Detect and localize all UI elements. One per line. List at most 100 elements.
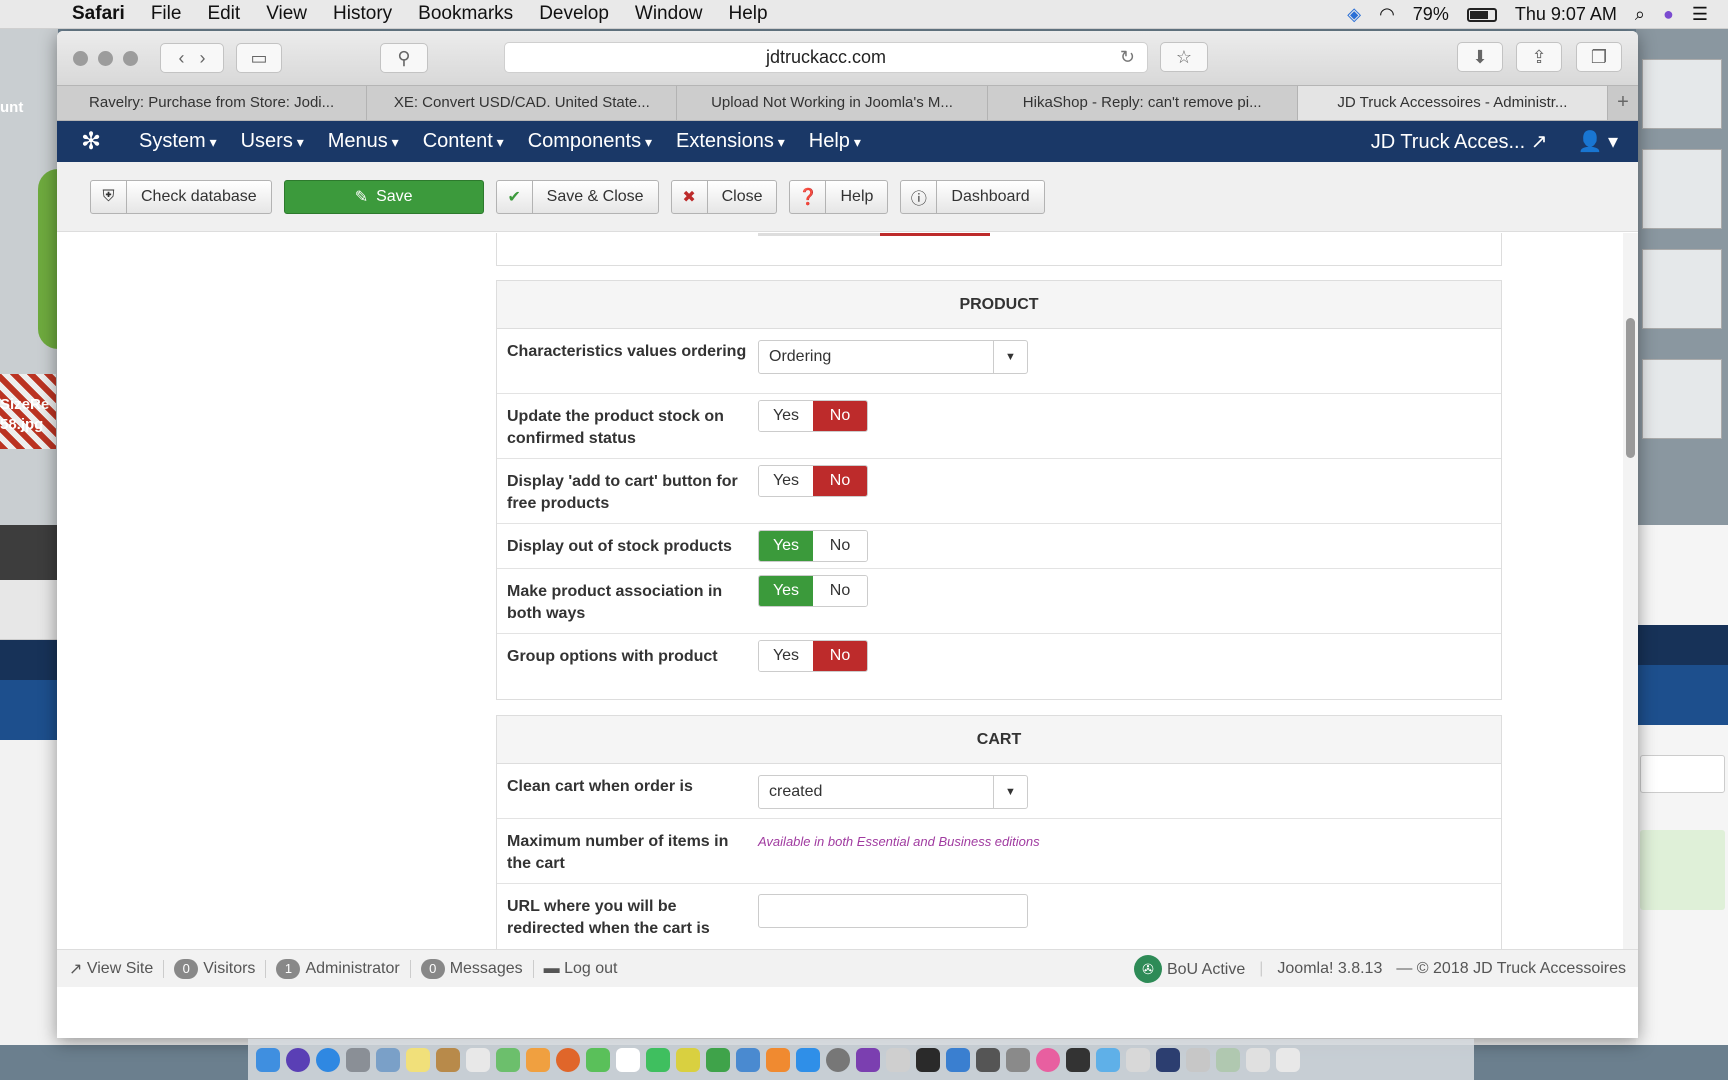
menu-file[interactable]: File	[151, 3, 182, 25]
app-icon[interactable]	[916, 1047, 940, 1072]
trash-icon[interactable]	[1276, 1047, 1300, 1072]
menu-develop[interactable]: Develop	[539, 3, 609, 25]
bookmark-button[interactable]: ☆	[1160, 42, 1208, 72]
notification-center-icon[interactable]: ☰	[1692, 4, 1708, 25]
forward-icon[interactable]: ›	[200, 48, 206, 69]
new-tab-icon[interactable]: +	[1608, 86, 1638, 120]
characteristics-ordering-select[interactable]: Ordering ▼	[758, 340, 1028, 374]
menu-history[interactable]: History	[333, 3, 392, 25]
save-button[interactable]: ✎ Save	[283, 179, 484, 214]
wifi-icon[interactable]: ◠	[1379, 4, 1395, 25]
menu-users[interactable]: Users	[241, 130, 304, 153]
menu-bookmarks[interactable]: Bookmarks	[418, 3, 513, 25]
help-button[interactable]: ❓ Help	[789, 179, 889, 214]
no-option[interactable]: No	[813, 641, 867, 671]
desktop-file-label[interactable]: SizeRe	[0, 396, 49, 413]
redirect-url-input[interactable]	[758, 894, 1028, 928]
desktop-file-label[interactable]: unt	[0, 99, 23, 116]
app-icon[interactable]	[1006, 1047, 1030, 1072]
app-icon[interactable]	[436, 1047, 460, 1072]
dashboard-button[interactable]: ⓘ Dashboard	[900, 179, 1045, 214]
menu-view[interactable]: View	[266, 3, 307, 25]
app-icon[interactable]	[376, 1047, 400, 1072]
folder-icon[interactable]	[1096, 1047, 1120, 1072]
safari-icon[interactable]	[316, 1047, 340, 1072]
app-icon[interactable]	[676, 1047, 700, 1072]
search-button[interactable]: ⚲	[380, 43, 428, 73]
numbers-icon[interactable]	[706, 1047, 730, 1072]
onenote-icon[interactable]	[856, 1047, 880, 1072]
yes-option[interactable]: Yes	[759, 576, 813, 606]
bou-status[interactable]: ✇ BoU Active	[1133, 955, 1245, 983]
finder-icon[interactable]	[256, 1047, 280, 1072]
facetime-icon[interactable]	[646, 1047, 670, 1072]
keynote-icon[interactable]	[736, 1047, 760, 1072]
yes-option[interactable]: Yes	[759, 531, 813, 561]
scrollbar[interactable]	[1623, 233, 1638, 949]
clean-cart-select[interactable]: created ▼	[758, 775, 1028, 809]
system-preferences-icon[interactable]	[826, 1047, 850, 1072]
notes-icon[interactable]	[406, 1047, 430, 1072]
joomla-logo-icon[interactable]: ✻	[81, 127, 119, 156]
no-option[interactable]: No	[813, 466, 867, 496]
desktop-file-thumbnail[interactable]	[1642, 149, 1722, 229]
menu-edit[interactable]: Edit	[207, 3, 240, 25]
scrollbar-thumb[interactable]	[1626, 318, 1635, 458]
app-icon[interactable]	[886, 1047, 910, 1072]
yes-option[interactable]: Yes	[759, 466, 813, 496]
site-name-link[interactable]: JD Truck Acces... ↗	[1371, 129, 1548, 154]
check-database-button[interactable]: ⛨ Check database	[90, 179, 272, 214]
administrator-item[interactable]: 1 Administrator	[266, 958, 411, 979]
folder-icon[interactable]	[1216, 1047, 1240, 1072]
folder-icon[interactable]	[1156, 1047, 1180, 1072]
share-button[interactable]: ⇪	[1516, 42, 1562, 72]
yes-option[interactable]: Yes	[759, 641, 813, 671]
siri-icon[interactable]	[286, 1047, 310, 1072]
user-menu-icon[interactable]: 👤 ▾	[1578, 129, 1619, 154]
zoom-window-button[interactable]	[123, 50, 138, 66]
out-of-stock-toggle[interactable]: Yes No	[758, 530, 868, 562]
desktop-file-label[interactable]: 58.jpg	[0, 416, 43, 433]
itunes-icon[interactable]	[1036, 1047, 1060, 1072]
app-store-icon[interactable]	[796, 1047, 820, 1072]
app-icon[interactable]	[976, 1047, 1000, 1072]
siri-icon[interactable]: ●	[1663, 4, 1674, 25]
folder-icon[interactable]	[1126, 1047, 1150, 1072]
menu-app-safari[interactable]: Safari	[72, 3, 125, 25]
folder-icon[interactable]	[1246, 1047, 1270, 1072]
launchpad-icon[interactable]	[346, 1047, 370, 1072]
chevron-down-icon[interactable]: ▼	[993, 341, 1027, 373]
group-options-toggle[interactable]: Yes No	[758, 640, 868, 672]
app-icon[interactable]	[946, 1047, 970, 1072]
back-icon[interactable]: ‹	[178, 48, 184, 69]
menu-extensions[interactable]: Extensions	[676, 130, 785, 153]
app-icon[interactable]	[466, 1047, 490, 1072]
update-stock-toggle[interactable]: Yes No	[758, 400, 868, 432]
menu-system[interactable]: System	[139, 130, 217, 153]
tabs-overview-button[interactable]: ❐	[1576, 42, 1622, 72]
battery-icon[interactable]	[1466, 7, 1497, 22]
desktop-file-thumbnail[interactable]	[1642, 359, 1722, 439]
sidebar-toggle-button[interactable]: ▭	[236, 43, 282, 73]
tab-upload-joomla[interactable]: Upload Not Working in Joomla's M...	[677, 86, 988, 120]
minimize-window-button[interactable]	[98, 50, 113, 66]
tab-hikashop-reply[interactable]: HikaShop - Reply: can't remove pi...	[987, 86, 1298, 120]
address-bar[interactable]: jdtruckacc.com ↻	[504, 42, 1148, 73]
messages-item[interactable]: 0 Messages	[411, 958, 534, 979]
no-option[interactable]: No	[813, 531, 867, 561]
menu-help[interactable]: Help	[728, 3, 767, 25]
menu-window[interactable]: Window	[635, 3, 703, 25]
spotlight-icon[interactable]: ⌕	[1635, 4, 1645, 25]
view-site-link[interactable]: ↗ View Site	[57, 959, 165, 978]
product-association-toggle[interactable]: Yes No	[758, 575, 868, 607]
downloads-button[interactable]: ⬇	[1457, 42, 1503, 72]
messages-icon[interactable]	[586, 1047, 610, 1072]
menu-menus[interactable]: Menus	[328, 130, 399, 153]
menu-content[interactable]: Content	[423, 130, 504, 153]
url-text[interactable]: jdtruckacc.com	[766, 47, 886, 67]
desktop-file-thumbnail[interactable]	[1642, 59, 1722, 129]
chevron-down-icon[interactable]: ▼	[993, 776, 1027, 808]
add-to-cart-free-toggle[interactable]: Yes No	[758, 465, 868, 497]
clock[interactable]: Thu 9:07 AM	[1515, 4, 1617, 25]
app-icon[interactable]	[1066, 1047, 1090, 1072]
